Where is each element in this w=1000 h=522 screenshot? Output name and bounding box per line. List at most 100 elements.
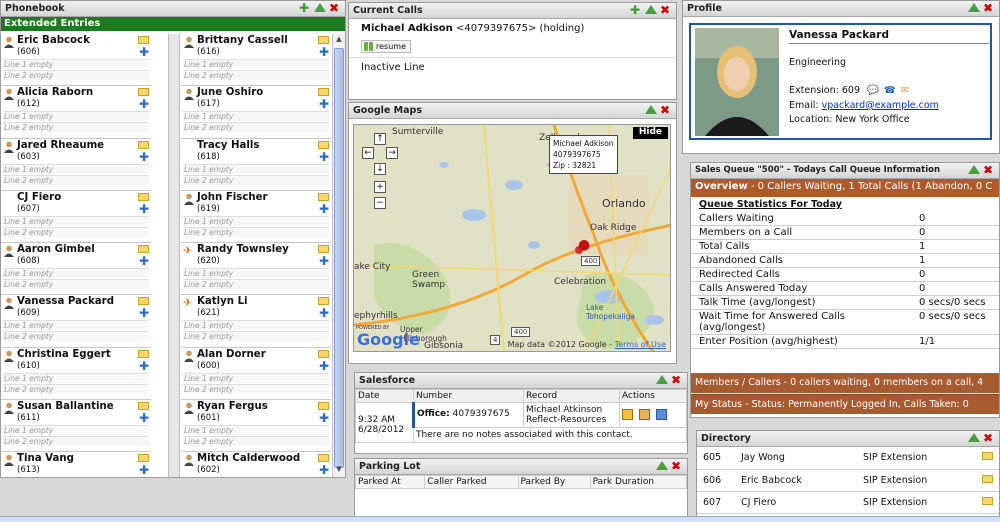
phonebook-entry[interactable]: Vanessa Packard (609) ✚ Line 1 empty Line 2 … [1, 295, 151, 348]
voicemail-icon[interactable] [138, 454, 149, 463]
phonebook-entry[interactable]: Aaron Gimbel (608) ✚ Line 1 empty Line 2 emp… [1, 243, 151, 296]
log-call-icon[interactable] [655, 409, 667, 420]
add-call-icon[interactable]: ✚ [319, 46, 329, 58]
pan-down-icon[interactable]: ↓ [374, 163, 386, 175]
map-view[interactable]: ↑ ← → ↓ + − Sumterville Zellwood Orlando… [353, 124, 671, 352]
collapse-icon[interactable] [968, 3, 980, 12]
directory-row[interactable]: 605 Jay Wong SIP Extension [697, 447, 999, 470]
phonebook-entry[interactable]: Alicia Raborn (612) ✚ Line 1 empty Line 2 em… [1, 86, 151, 139]
copy-icon[interactable] [638, 409, 650, 420]
close-icon[interactable]: ✖ [671, 460, 683, 472]
email-icon[interactable] [982, 452, 993, 461]
add-call-icon[interactable]: ✚ [139, 360, 149, 372]
phonebook-entry[interactable]: John Fischer (619) ✚ Line 1 empty Line 2 emp… [181, 191, 331, 244]
my-status-bar[interactable]: My Status - Status: Permanently Logged I… [691, 394, 999, 414]
scroll-thumb[interactable] [334, 48, 344, 468]
voicemail-icon[interactable] [318, 454, 329, 463]
phonebook-entry[interactable]: Eric Babcock (606) ✚ Line 1 empty Line 2 emp… [1, 34, 151, 87]
collapse-icon[interactable] [656, 461, 668, 470]
email-icon[interactable] [982, 496, 993, 505]
add-call-icon[interactable]: ✚ [139, 412, 149, 424]
add-call-icon[interactable]: ✚ [139, 203, 149, 215]
members-bar[interactable]: Members / Callers - 0 callers waiting, 0… [691, 373, 999, 393]
edit-icon[interactable] [622, 409, 633, 420]
voicemail-icon[interactable] [138, 245, 149, 254]
add-call-icon[interactable]: ✚ [319, 98, 329, 110]
voicemail-icon[interactable] [318, 88, 329, 97]
chat-icon[interactable]: 💬 [867, 85, 879, 96]
collapse-icon[interactable] [645, 105, 657, 114]
voicemail-icon[interactable] [138, 297, 149, 306]
add-call-icon[interactable]: ✚ [139, 98, 149, 110]
add-call-icon[interactable]: ✚ [139, 151, 149, 163]
queue-overview-bar[interactable]: Overview - 0 Callers Waiting, 1 Total Ca… [691, 179, 999, 197]
pan-right-icon[interactable]: → [386, 147, 398, 159]
scroll-down-icon[interactable]: ▼ [334, 465, 344, 476]
voicemail-icon[interactable] [318, 36, 329, 44]
zoom-in-icon[interactable]: + [374, 181, 386, 193]
collapse-icon[interactable] [968, 433, 980, 442]
add-icon[interactable]: ✚ [630, 4, 642, 16]
active-call-row[interactable]: Michael Adkison <4079397675> (holding) r… [349, 19, 676, 58]
scroll-up-icon[interactable]: ▲ [334, 35, 344, 46]
directory-row[interactable]: 607 CJ Fiero SIP Extension [697, 491, 999, 514]
google-logo[interactable]: Google [357, 330, 420, 349]
phonebook-entry[interactable]: CJ Fiero (607) ✚ Line 1 empty Line 2 empty [1, 191, 151, 244]
collapse-icon[interactable] [968, 165, 980, 174]
record-name[interactable]: Michael Atkinson [526, 405, 617, 415]
add-call-icon[interactable]: ✚ [319, 412, 329, 424]
email-icon[interactable]: ✉ [901, 85, 909, 96]
close-icon[interactable]: ✖ [983, 432, 995, 444]
add-call-icon[interactable]: ✚ [319, 255, 329, 267]
voicemail-icon[interactable] [318, 402, 329, 411]
voicemail-icon[interactable] [138, 192, 149, 201]
phonebook-scrollbar[interactable]: ▲ ▼ [332, 34, 345, 477]
voicemail-icon[interactable] [138, 349, 149, 358]
add-call-icon[interactable]: ✚ [319, 464, 329, 476]
terms-link[interactable]: Terms of Use [615, 340, 666, 349]
phonebook-entry[interactable]: Mitch Calderwood(602)✚Line 1 emptyLine 2… [181, 452, 331, 477]
voicemail-icon[interactable] [138, 402, 149, 411]
add-call-icon[interactable]: ✚ [319, 203, 329, 215]
phonebook-entry[interactable]: Susan Ballantine (611) ✚ Line 1 empty Line 2… [1, 400, 151, 453]
phonebook-entry[interactable]: Ryan Fergus (601) ✚ Line 1 empty Line 2 empt… [181, 400, 331, 453]
close-icon[interactable]: ✖ [983, 2, 995, 14]
phonebook-entry[interactable]: Christina Eggert (610) ✚ Line 1 empty Line 2… [1, 348, 151, 401]
email-icon[interactable] [982, 474, 993, 483]
add-call-icon[interactable]: ✚ [139, 464, 149, 476]
add-icon[interactable]: ✚ [299, 2, 311, 14]
collapse-icon[interactable] [645, 5, 657, 14]
phonebook-entry[interactable]: Brittany Cassell (616) ✚ Line 1 empty Line 2… [181, 34, 331, 87]
close-icon[interactable]: ✖ [660, 104, 672, 116]
close-icon[interactable]: ✖ [983, 164, 995, 176]
phonebook-entry[interactable]: Jared Rheaume (603) ✚ Line 1 empty Line 2 em… [1, 139, 151, 191]
add-call-icon[interactable]: ✚ [319, 360, 329, 372]
close-icon[interactable]: ✖ [329, 2, 341, 14]
close-icon[interactable]: ✖ [671, 374, 683, 386]
voicemail-icon[interactable] [318, 192, 329, 201]
record-org[interactable]: Reflect-Resources [526, 415, 617, 425]
voicemail-icon[interactable] [138, 140, 149, 149]
collapse-icon[interactable] [656, 375, 668, 384]
voicemail-icon[interactable] [318, 349, 329, 358]
phonebook-entry[interactable]: Tracy Halls (618) ✚ Line 1 empty Line 2 empt… [181, 139, 331, 191]
profile-email-link[interactable]: vpackard@example.com [822, 100, 939, 111]
add-call-icon[interactable]: ✚ [139, 307, 149, 319]
add-call-icon[interactable]: ✚ [319, 151, 329, 163]
phonebook-entry[interactable]: Alan Dorner (600) ✚ Line 1 empty Line 2 empt… [181, 348, 331, 401]
voicemail-icon[interactable] [318, 140, 329, 149]
phonebook-entry[interactable]: June Oshiro (617) ✚ Line 1 empty Line 2 empt… [181, 86, 331, 139]
pan-up-icon[interactable]: ↑ [374, 133, 386, 145]
phone-icon[interactable]: ☎ [884, 85, 896, 96]
phonebook-entry[interactable]: ✈ Randy Townsley (620) ✚ Line 1 empty Line 2 … [181, 243, 331, 296]
zoom-out-icon[interactable]: − [374, 197, 386, 209]
add-call-icon[interactable]: ✚ [139, 46, 149, 58]
close-icon[interactable]: ✖ [660, 4, 672, 16]
phonebook-entry[interactable]: Tina Vang(613)✚Line 1 emptyLine 2 empty [1, 452, 151, 477]
map-pin-icon[interactable]: ● [578, 237, 590, 253]
voicemail-icon[interactable] [138, 36, 149, 44]
voicemail-icon[interactable] [318, 245, 329, 254]
voicemail-icon[interactable] [138, 88, 149, 97]
directory-row[interactable]: 606 Eric Babcock SIP Extension [697, 469, 999, 492]
hide-button[interactable]: Hide [632, 127, 668, 139]
